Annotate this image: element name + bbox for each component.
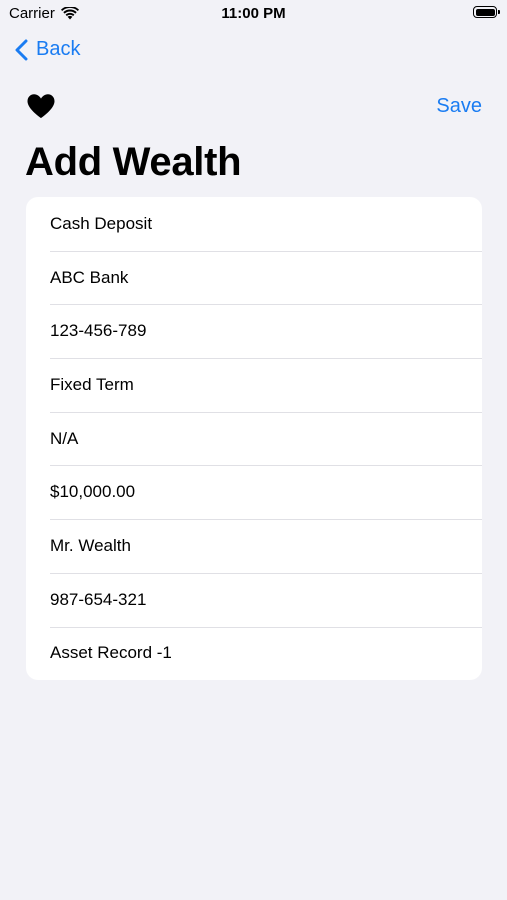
record-name-field[interactable]: Asset Record -1 xyxy=(26,626,482,681)
battery-icon xyxy=(473,6,500,18)
chevron-left-icon xyxy=(15,39,28,60)
back-label: Back xyxy=(36,38,81,60)
page-title: Add Wealth xyxy=(25,140,242,184)
status-time: 11:00 PM xyxy=(221,5,286,22)
amount-field[interactable]: $10,000.00 xyxy=(26,465,482,519)
holder-name-field[interactable]: Mr. Wealth xyxy=(26,519,482,573)
maturity-field[interactable]: N/A xyxy=(26,411,482,466)
reference-number-field[interactable]: 987-654-321 xyxy=(26,572,482,627)
asset-type-field[interactable]: Cash Deposit xyxy=(26,197,482,251)
back-button[interactable]: Back xyxy=(15,38,80,61)
heart-icon[interactable] xyxy=(26,93,56,119)
account-number-field[interactable]: 123-456-789 xyxy=(26,304,482,358)
save-button[interactable]: Save xyxy=(436,95,482,118)
battery-cap xyxy=(498,10,500,14)
battery-level xyxy=(475,8,495,16)
institution-field[interactable]: ABC Bank xyxy=(26,250,482,305)
wealth-form: Cash Deposit ABC Bank 123-456-789 Fixed … xyxy=(26,197,482,681)
term-type-field[interactable]: Fixed Term xyxy=(26,358,482,412)
status-bar: Carrier 11:00 PM xyxy=(0,0,507,30)
